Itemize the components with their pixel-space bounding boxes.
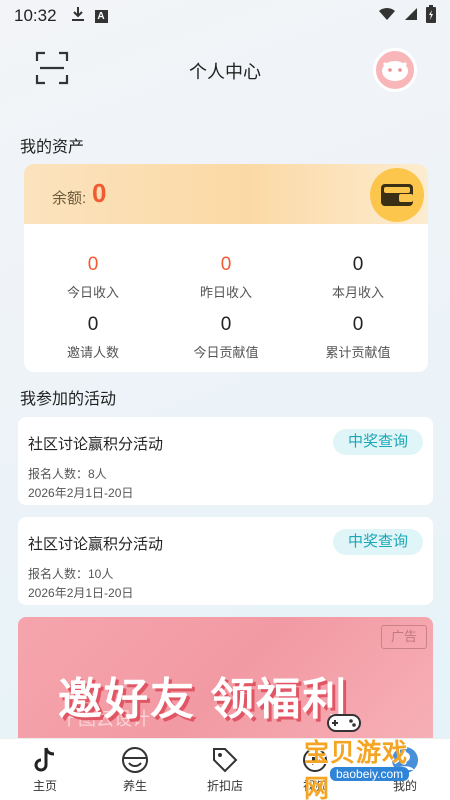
activity-card[interactable]: 社区讨论赢积分活动 报名人数：10人 2026年2月1日-20日 中奖查询 [18,517,433,605]
a-notification-icon: A [94,9,108,23]
stat-value: 0 [352,314,364,335]
signal-icon [404,6,418,26]
balance-label: 余额: [52,190,87,207]
activities-section-title: 我参加的活动 [20,391,117,408]
stat-invited-count[interactable]: 0 邀请人数 [26,314,160,361]
tab-label: 养生 [122,779,147,793]
site-watermark-url: baobeiy.com [330,767,410,781]
activity-card[interactable]: 社区讨论赢积分活动 报名人数：8人 2026年2月1日-20日 中奖查询 [18,417,433,505]
assets-section-title: 我的资产 [20,139,85,156]
stat-label: 累计贡献值 [325,345,391,360]
stat-label: 邀请人数 [66,345,119,360]
battery-charging-icon [426,4,436,28]
stat-total-contribution[interactable]: 0 累计贡献值 [291,314,425,361]
activity-title: 社区讨论赢积分活动 [28,436,164,453]
stats-grid: 0 今日收入 0 昨日收入 0 本月收入 0 邀请人数 0 今日贡献值 0 累计… [24,224,428,372]
wifi-icon [378,6,396,26]
stat-yesterday-income[interactable]: 0 昨日收入 [159,254,293,301]
status-bar: 10:32 A [0,0,450,32]
download-icon [71,6,85,27]
stat-value: 0 [87,254,99,275]
prize-query-button[interactable]: 中奖查询 [333,529,423,555]
stat-label: 昨日收入 [199,285,252,300]
activity-title: 社区讨论赢积分活动 [28,536,164,553]
stat-month-income[interactable]: 0 本月收入 [291,254,425,301]
stat-today-contribution[interactable]: 0 今日贡献值 [159,314,293,361]
stat-label: 今日收入 [66,285,119,300]
stat-today-income[interactable]: 0 今日收入 [26,254,160,301]
gamepad-icon [327,714,361,732]
tab-discount-store[interactable]: 折扣店 [180,739,270,800]
stat-value: 0 [352,254,364,275]
activity-people: 报名人数：10人 [28,567,114,581]
balance-value: 0 [92,178,107,208]
tab-health[interactable]: 养生 [90,739,180,800]
stat-value: 0 [87,314,99,335]
tab-home[interactable]: 主页 [0,739,90,800]
activity-date: 2026年2月1日-20日 [28,486,134,500]
activity-people: 报名人数：8人 [28,467,107,481]
site-watermark-logo: 宝贝游戏网 baobeiy.com [300,705,430,800]
activity-date: 2026年2月1日-20日 [28,586,134,600]
header: 个人中心 [0,42,450,96]
balance-banner: 余额: 0 [24,164,428,224]
prize-query-button[interactable]: 中奖查询 [333,429,423,455]
stat-label: 本月收入 [331,285,384,300]
tag-icon [210,745,240,775]
stat-label: 今日贡献值 [193,345,259,360]
avatar[interactable] [373,48,417,92]
assets-card: 余额: 0 0 今日收入 0 昨日收入 0 本月收入 0 邀请人数 0 今日贡献… [24,164,428,372]
ad-tag: 广告 [381,625,427,649]
bowl-icon [120,745,150,775]
stat-value: 0 [220,314,232,335]
wallet-icon[interactable] [370,168,424,222]
tab-label: 折扣店 [206,779,243,793]
status-time: 10:32 [14,6,57,25]
music-note-icon [30,745,60,775]
stat-value: 0 [220,254,232,275]
tab-label: 主页 [32,779,57,793]
